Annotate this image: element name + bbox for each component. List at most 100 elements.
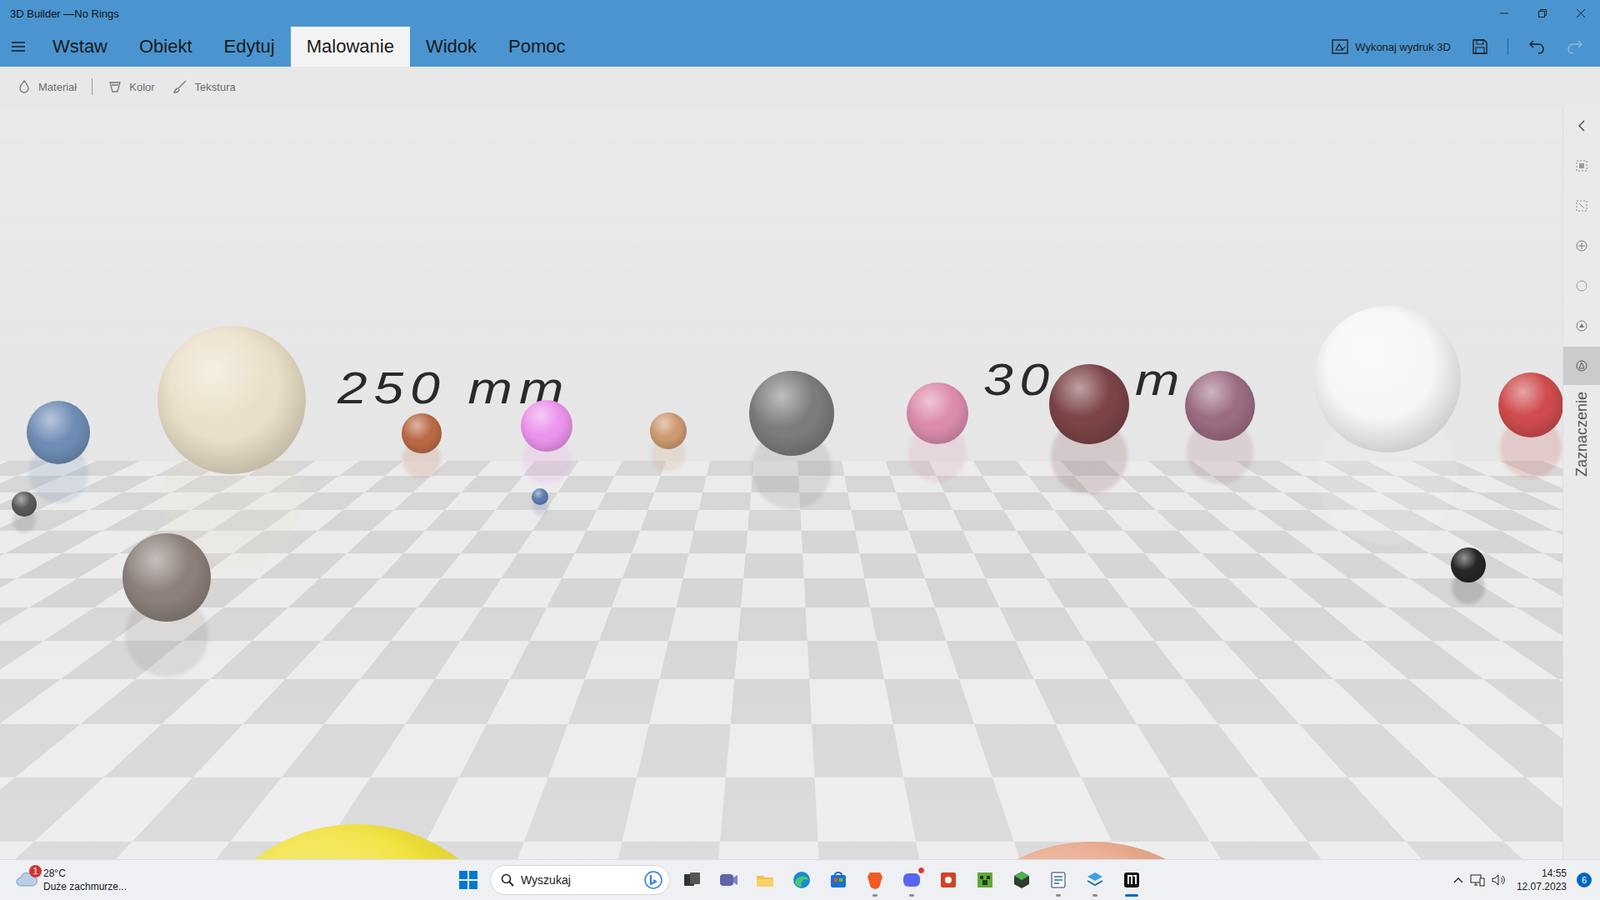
side-tool[interactable] (1563, 306, 1600, 345)
floor-label: m (1135, 353, 1186, 406)
floor-label: 30 (983, 353, 1056, 406)
taskbar-apps: Wyszukaj (450, 861, 1150, 899)
taskbar-app[interactable] (930, 861, 967, 899)
taskbar-app[interactable] (966, 861, 1004, 899)
menu-tab[interactable]: Edytuj (208, 26, 291, 67)
taskbar: 128°CDuże zachmurze... Wyszukaj 14:5512.07… (0, 859, 1600, 900)
printer-3d-icon (1331, 39, 1349, 55)
side-tool[interactable] (1563, 346, 1600, 385)
search-box[interactable]: Wyszukaj (490, 865, 670, 895)
minimize-icon (1500, 9, 1509, 18)
running-indicator (909, 894, 915, 897)
menu-tab[interactable]: Malowanie (290, 26, 410, 67)
sphere[interactable] (26, 400, 90, 465)
taskbar-app[interactable] (710, 861, 747, 899)
weather-widget[interactable]: 128°CDuże zachmurze... (0, 866, 450, 894)
system-tray: 14:5512.07.2023 6 (1150, 866, 1600, 894)
builder-app-icon (1085, 870, 1105, 890)
scene-canvas[interactable]: 250 mm30m (0, 106, 1563, 860)
close-icon (1576, 9, 1585, 18)
toolbar-divider (91, 78, 93, 95)
restore-button[interactable] (1523, 0, 1562, 27)
sphere[interactable] (1314, 305, 1461, 453)
save-icon (1472, 39, 1488, 55)
toolbar-item[interactable]: Materiał (8, 75, 85, 98)
redo-button[interactable] (1558, 34, 1592, 60)
taskbar-app[interactable] (783, 861, 820, 899)
side-panel-label: Zaznaczenie (1573, 386, 1591, 482)
hamburger-icon (11, 40, 25, 53)
search-icon (500, 873, 515, 887)
chevron-up-icon (1453, 876, 1464, 884)
undo-icon (1528, 39, 1545, 55)
hamburger-button[interactable] (0, 26, 37, 67)
menu-tab[interactable]: Pomoc (492, 26, 581, 67)
minimize-button[interactable] (1485, 0, 1524, 27)
taskbar-app[interactable] (1003, 861, 1040, 899)
sphere[interactable] (11, 491, 37, 517)
paint-toolbar: Materiał KolorTekstura (0, 66, 1600, 107)
taskbar-app[interactable] (673, 861, 710, 899)
sphere[interactable] (650, 412, 687, 450)
sphere[interactable] (1450, 547, 1486, 583)
object-mode-icon (1575, 239, 1589, 253)
sphere[interactable] (520, 400, 573, 452)
sphere[interactable] (1049, 364, 1130, 445)
material-icon (16, 79, 32, 95)
file-explorer-icon (755, 870, 775, 890)
menu-tabs: WstawObiektEdytujMalowanieWidokPomoc (0, 26, 582, 67)
start-button[interactable] (450, 861, 487, 899)
minecraft-icon (975, 870, 995, 890)
edge-icon (791, 870, 812, 890)
print-button[interactable]: Wykonaj wydruk 3D (1323, 34, 1460, 60)
taskbar-app[interactable] (1076, 861, 1114, 899)
sphere[interactable] (1498, 372, 1563, 438)
title-row: 3D Builder —No Rings (0, 0, 1600, 27)
brush-icon (171, 79, 189, 95)
menu-tab[interactable]: Obiekt (123, 26, 209, 67)
sphere[interactable] (749, 370, 835, 456)
taskbar-app[interactable] (856, 861, 894, 899)
chat-icon (718, 870, 739, 890)
taskbar-app[interactable] (893, 861, 930, 899)
redo-icon (1566, 39, 1584, 55)
sphere[interactable] (122, 533, 211, 622)
menu-tab[interactable]: Wstaw (36, 26, 124, 67)
restore-icon (1538, 9, 1547, 18)
toolbar-item[interactable]: Tekstura (163, 75, 245, 98)
sphere[interactable] (1185, 370, 1255, 441)
network-icon (1470, 873, 1485, 887)
undo-button[interactable] (1520, 34, 1554, 60)
toolbar-item[interactable]: Kolor (99, 75, 163, 98)
powerpoint-icon (938, 870, 959, 890)
sphere[interactable] (906, 382, 969, 445)
weather-text: 28°CDuże zachmurze... (43, 866, 127, 894)
taskbar-app[interactable] (1040, 861, 1077, 899)
sphere[interactable] (157, 325, 306, 475)
clock[interactable]: 14:5512.07.2023 (1513, 866, 1570, 894)
windows-logo-icon (458, 870, 479, 890)
sphere[interactable] (531, 488, 549, 505)
weather-icon-wrap: 1 (15, 870, 39, 890)
face-mode-icon (1575, 319, 1589, 333)
volume-icon (1491, 873, 1507, 887)
menu-tab[interactable]: Widok (410, 26, 493, 67)
close-button[interactable] (1561, 0, 1600, 27)
workspace: 250 mm30mZaznaczenie (0, 106, 1600, 860)
taskbar-app[interactable] (1113, 861, 1150, 899)
taskbar-app[interactable] (746, 861, 784, 899)
sphere[interactable] (401, 413, 442, 454)
running-indicator (872, 894, 878, 897)
selection-icon (1575, 359, 1589, 373)
taskbar-app[interactable] (820, 861, 857, 899)
circle-icon (1575, 279, 1589, 293)
search-placeholder: Wyszukaj (520, 873, 638, 887)
side-tool[interactable] (1563, 226, 1600, 265)
toolbar-divider (1507, 38, 1509, 55)
save-button[interactable] (1464, 34, 1496, 60)
side-tool[interactable] (1563, 146, 1600, 185)
side-tool[interactable] (1563, 266, 1600, 305)
side-tool[interactable] (1563, 186, 1600, 225)
notification-badge[interactable]: 6 (1576, 872, 1592, 888)
collapse-button[interactable] (1563, 106, 1600, 145)
